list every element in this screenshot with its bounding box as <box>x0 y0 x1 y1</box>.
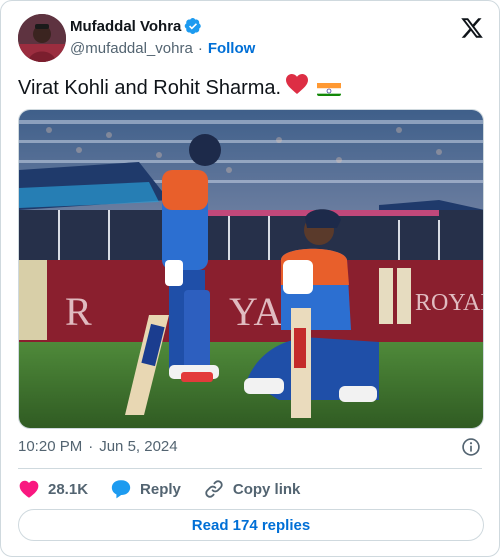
tweet-photo[interactable]: R YAL ROYAL S <box>18 109 484 429</box>
x-logo-icon[interactable] <box>460 16 484 40</box>
action-bar: 28.1K Reply Copy link <box>18 477 322 501</box>
read-replies-button[interactable]: Read 174 replies <box>18 509 484 541</box>
handle-row: @mufaddal_vohra · Follow <box>70 40 255 57</box>
reply-bubble-icon <box>111 480 131 499</box>
tweet-timestamp[interactable]: 10:20 PM · Jun 5, 2024 <box>18 438 178 455</box>
follow-button[interactable]: Follow <box>208 40 256 57</box>
copy-link-label: Copy link <box>232 480 301 498</box>
display-name[interactable]: Mufaddal Vohra <box>70 18 181 35</box>
svg-text:ROYAL S: ROYAL S <box>415 290 484 316</box>
like-count: 28.1K <box>48 480 89 498</box>
tweet-card: Mufaddal Vohra @mufaddal_vohra · Follow … <box>0 0 500 557</box>
copy-link-button[interactable]: Copy link <box>203 478 301 500</box>
divider <box>18 468 482 469</box>
like-button[interactable]: 28.1K <box>18 478 88 500</box>
reply-button[interactable]: Reply <box>110 478 181 500</box>
svg-text:R: R <box>65 289 92 334</box>
info-icon[interactable] <box>461 437 481 457</box>
avatar[interactable] <box>18 14 66 62</box>
link-icon <box>205 480 223 498</box>
verified-badge-icon <box>184 17 202 35</box>
tweet-header: Mufaddal Vohra @mufaddal_vohra · Follow <box>18 14 484 62</box>
heart-icon <box>19 480 39 498</box>
separator-dot: · <box>197 40 203 57</box>
india-flag-icon <box>317 80 342 96</box>
meta-separator: · <box>88 438 94 455</box>
tweet-date: Jun 5, 2024 <box>99 438 178 455</box>
tweet-text: Virat Kohli and Rohit Sharma. <box>18 73 342 102</box>
tweet-time: 10:20 PM <box>18 438 83 455</box>
name-row: Mufaddal Vohra <box>70 17 202 35</box>
author-handle[interactable]: @mufaddal_vohra <box>70 40 193 57</box>
reply-label: Reply <box>140 480 181 498</box>
tweet-body: Virat Kohli and Rohit Sharma. <box>18 76 282 99</box>
red-heart-emoji-icon <box>285 73 309 102</box>
